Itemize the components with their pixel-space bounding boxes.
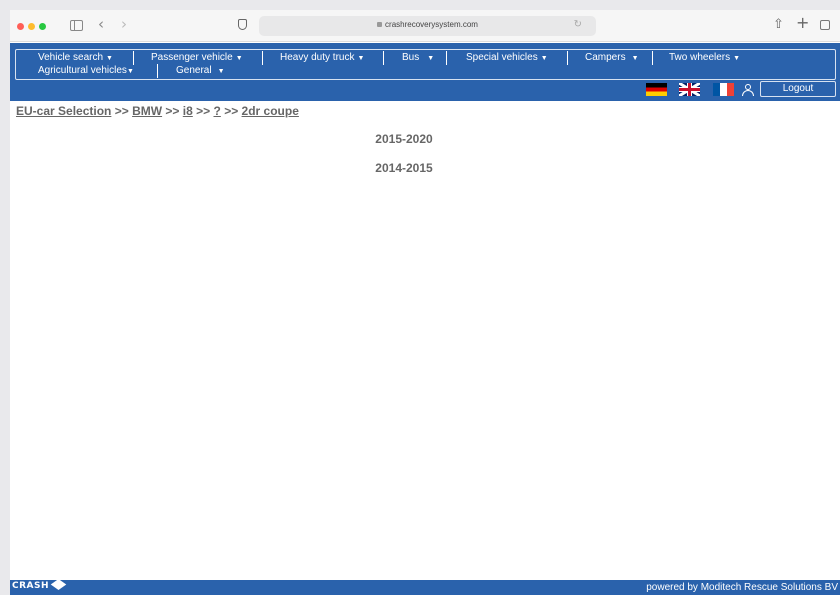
breadcrumb-body-type[interactable]: 2dr coupe xyxy=(242,104,299,118)
address-bar[interactable]: crashrecoverysystem.com ↻ xyxy=(259,16,596,36)
nav-menu-box: Vehicle search ▼ Passenger vehicle ▼ Heavy… xyxy=(15,49,836,80)
nav-divider xyxy=(262,51,263,65)
tab-overview-icon[interactable] xyxy=(820,20,830,30)
nav-two-wheelers[interactable]: Two wheelers ▼ xyxy=(669,52,740,65)
url-text: crashrecoverysystem.com xyxy=(385,20,478,29)
nav-label: Special vehicles xyxy=(466,52,538,63)
nav-heavy-duty-truck[interactable]: Heavy duty truck ▼ xyxy=(280,52,364,65)
nav-general[interactable]: General ▼ xyxy=(176,65,225,78)
chevron-down-icon: ▼ xyxy=(631,55,639,62)
powered-by-text: powered by Moditech Rescue Solutions BV xyxy=(646,582,838,593)
nav-label: Two wheelers xyxy=(669,52,731,63)
nav-label: Heavy duty truck xyxy=(280,52,355,63)
minimize-window-button[interactable] xyxy=(28,23,35,30)
nav-label: Passenger vehicle xyxy=(151,52,233,63)
nav-label: Campers xyxy=(585,52,626,63)
year-option-2015-2020[interactable]: 2015-2020 xyxy=(10,132,798,146)
year-option-2014-2015[interactable]: 2014-2015 xyxy=(10,161,798,175)
chevron-down-icon: ▼ xyxy=(235,55,243,62)
close-window-button[interactable] xyxy=(17,23,24,30)
breadcrumb-eu-car-selection[interactable]: EU-car Selection xyxy=(16,104,111,118)
user-icon[interactable] xyxy=(742,84,754,96)
breadcrumb-separator: >> xyxy=(114,104,129,118)
breadcrumb-separator: >> xyxy=(224,104,239,118)
logo-diamond-icon xyxy=(50,579,68,592)
nav-vehicle-search[interactable]: Vehicle search ▼ xyxy=(38,52,113,65)
chevron-down-icon: ▼ xyxy=(427,55,435,62)
logout-button[interactable]: Logout xyxy=(760,81,836,97)
forward-icon[interactable]: › xyxy=(121,16,127,32)
nav-label: Agricultural vehicles xyxy=(38,65,127,76)
share-icon[interactable]: ⇧ xyxy=(773,17,784,33)
nav-special-vehicles[interactable]: Special vehicles ▼ xyxy=(466,52,548,65)
new-tab-icon[interactable]: + xyxy=(796,15,809,31)
nav-divider xyxy=(652,51,653,65)
fr-flag-icon[interactable] xyxy=(713,83,734,96)
breadcrumb-separator: >> xyxy=(196,104,211,118)
browser-toolbar: ‹ › crashrecoverysystem.com ↻ ⇧ + xyxy=(10,10,840,42)
nav-agricultural-vehicles[interactable]: Agricultural vehicles▼ xyxy=(38,65,134,78)
de-flag-icon[interactable] xyxy=(646,83,667,96)
nav-label: Bus xyxy=(402,52,420,63)
chevron-down-icon: ▼ xyxy=(217,68,225,75)
nav-passenger-vehicle[interactable]: Passenger vehicle ▼ xyxy=(151,52,243,65)
nav-divider xyxy=(567,51,568,65)
nav-divider xyxy=(446,51,447,65)
breadcrumb-model[interactable]: i8 xyxy=(183,104,193,118)
browser-window: ‹ › crashrecoverysystem.com ↻ ⇧ + Vehicl… xyxy=(10,10,840,595)
nav-label: Vehicle search xyxy=(38,52,104,63)
uk-flag-icon[interactable] xyxy=(679,83,700,96)
chevron-down-icon: ▼ xyxy=(540,55,548,62)
privacy-shield-icon[interactable] xyxy=(238,19,247,30)
reload-icon[interactable]: ↻ xyxy=(574,19,582,30)
logo-text: CRASH xyxy=(12,581,50,591)
main-nav: Vehicle search ▼ Passenger vehicle ▼ Heavy… xyxy=(10,43,840,101)
chevron-down-icon: ▼ xyxy=(733,55,741,62)
breadcrumb: EU-car Selection >> BMW >> i8 >> ? >> 2d… xyxy=(16,104,299,118)
footer: CRASH powered by Moditech Rescue Solutio… xyxy=(10,579,840,595)
nav-campers[interactable]: Campers ▼ xyxy=(585,52,639,65)
breadcrumb-brand[interactable]: BMW xyxy=(132,104,162,118)
zoom-window-button[interactable] xyxy=(39,23,46,30)
chevron-down-icon: ▼ xyxy=(357,55,365,62)
breadcrumb-separator: >> xyxy=(165,104,180,118)
chevron-down-icon: ▼ xyxy=(126,68,134,75)
nav-divider xyxy=(133,51,134,65)
back-icon[interactable]: ‹ xyxy=(98,16,104,32)
nav-label: General xyxy=(176,65,212,76)
nav-divider xyxy=(157,64,158,78)
breadcrumb-unknown[interactable]: ? xyxy=(214,104,221,118)
chevron-down-icon: ▼ xyxy=(106,55,113,62)
nav-bus[interactable]: Bus ▼ xyxy=(402,52,434,65)
nav-divider xyxy=(383,51,384,65)
sidebar-icon[interactable] xyxy=(70,20,83,31)
lock-icon xyxy=(377,22,383,27)
